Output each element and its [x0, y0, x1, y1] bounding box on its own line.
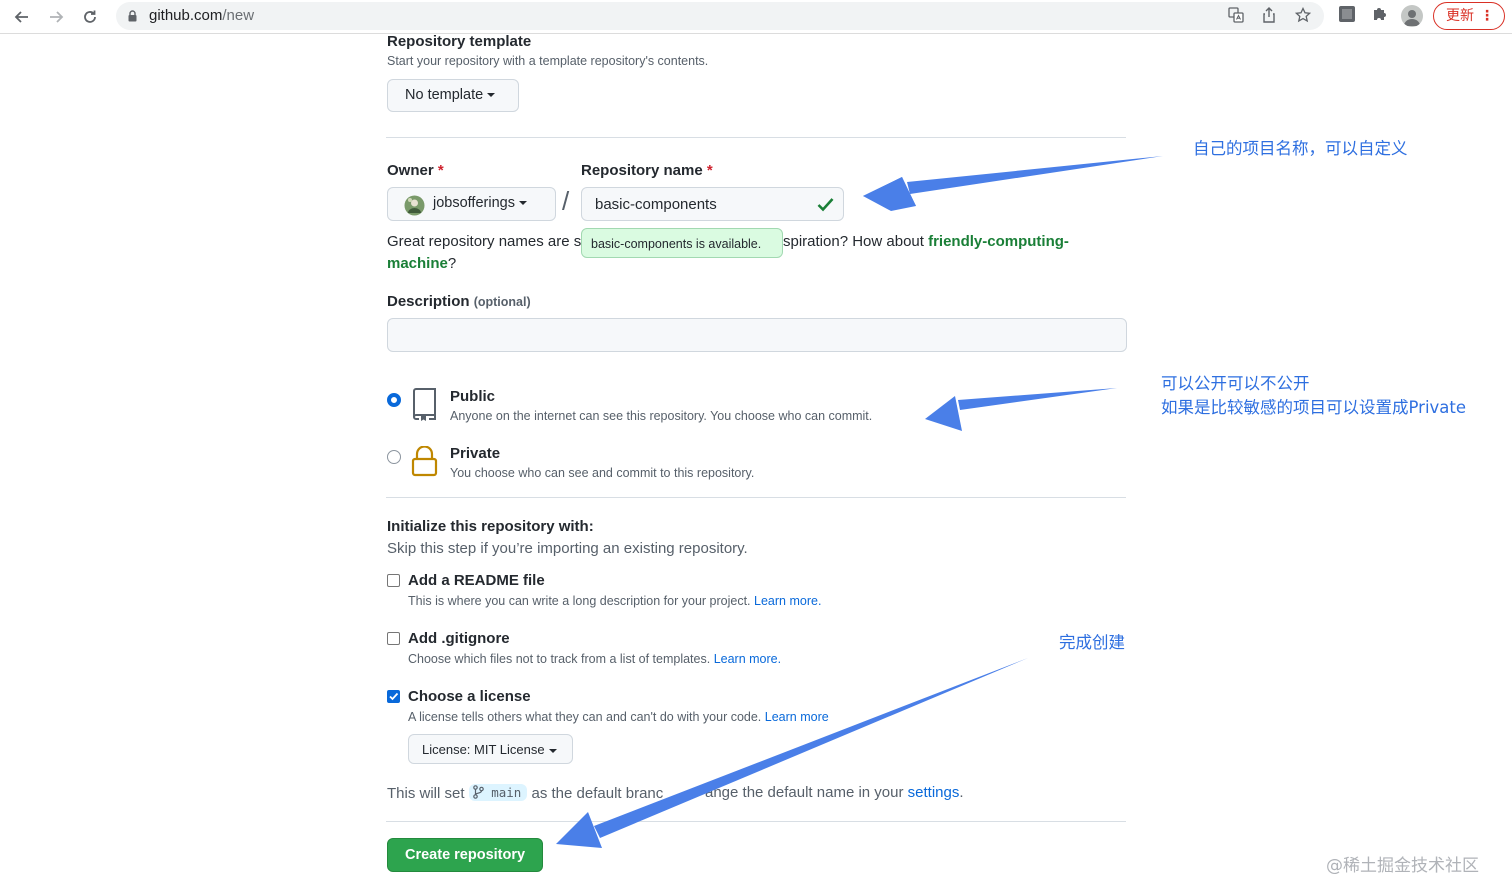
readme-checkbox[interactable]: [387, 574, 400, 587]
suggestion-text-line2: machine?: [387, 255, 457, 272]
default-branch-text-cont: ange the default name in your settings.: [705, 784, 964, 801]
section-divider: [386, 137, 1126, 138]
browser-update-button[interactable]: 更新 ⋮: [1433, 2, 1505, 30]
public-repo-icon: [413, 388, 436, 421]
annotation-arrow-icon: [556, 658, 1028, 848]
owner-dropdown-button[interactable]: jobsofferings: [387, 187, 556, 221]
puzzle-extensions-icon[interactable]: [1369, 5, 1391, 27]
check-icon: [817, 198, 834, 212]
bookmark-star-icon[interactable]: [1294, 6, 1312, 25]
branch-pill: main: [468, 784, 528, 801]
public-description: Anyone on the internet can see this repo…: [450, 409, 873, 423]
owner-repo-separator: /: [562, 186, 570, 216]
caret-down-icon: [548, 748, 557, 753]
annotation-arrow-icon: [925, 388, 1117, 431]
suggested-name-link-cont[interactable]: machine: [387, 255, 448, 272]
public-radio[interactable]: [387, 393, 401, 407]
caret-down-icon: [518, 201, 527, 206]
template-dropdown-button[interactable]: No template: [387, 79, 519, 112]
gitignore-title: Add .gitignore: [408, 630, 510, 647]
license-learn-more-link[interactable]: Learn more: [765, 710, 829, 724]
public-title: Public: [450, 388, 496, 405]
availability-tooltip: basic-components is available.: [581, 228, 783, 258]
annotation-visibility-line2: 如果是比较敏感的项目可以设置成Private: [1161, 398, 1467, 417]
suggested-name-link[interactable]: friendly-computing-: [928, 233, 1069, 250]
section-divider: [386, 821, 1126, 822]
menu-dots-icon: ⋮: [1480, 7, 1494, 23]
private-title: Private: [450, 445, 501, 462]
annotation-visibility-line1: 可以公开可以不公开: [1161, 374, 1310, 393]
git-branch-icon: [472, 785, 484, 799]
suggestion-text: spiration? How about friendly-computing-: [783, 233, 1069, 250]
template-description: Start your repository with a template re…: [387, 54, 709, 68]
description-label: Description (optional): [387, 293, 531, 310]
license-checkbox[interactable]: [387, 690, 400, 703]
repo-name-value: basic-components: [595, 196, 717, 213]
private-lock-icon: [411, 446, 438, 477]
readme-title: Add a README file: [408, 572, 545, 589]
private-radio[interactable]: [387, 450, 401, 464]
owner-label: Owner *: [387, 162, 444, 179]
address-bar[interactable]: github.com/new: [116, 2, 1324, 30]
caret-down-icon: [487, 93, 496, 98]
initialize-subheading: Skip this step if you’re importing an ex…: [387, 540, 748, 557]
translate-icon[interactable]: [1227, 7, 1245, 25]
license-title: Choose a license: [408, 688, 531, 705]
suggestion-prefix: Great repository names are s: [387, 233, 582, 250]
profile-avatar-icon[interactable]: [1401, 5, 1423, 27]
settings-link[interactable]: settings: [908, 784, 960, 801]
license-description: A license tells others what they can and…: [408, 710, 829, 724]
default-branch-text: This will set main as the default branc: [387, 784, 664, 802]
template-heading: Repository template: [387, 33, 532, 50]
annotation-create: 完成创建: [1059, 633, 1125, 652]
readme-description: This is where you can write a long descr…: [408, 594, 822, 608]
gitignore-description: Choose which files not to track from a l…: [408, 652, 782, 666]
annotation-repo-name: 自己的项目名称，可以自定义: [1193, 139, 1408, 158]
section-divider: [386, 497, 1126, 498]
reload-icon[interactable]: [77, 4, 103, 30]
annotation-arrow-icon: [863, 156, 1163, 211]
back-arrow-icon[interactable]: [9, 4, 35, 30]
description-input[interactable]: [387, 318, 1127, 352]
private-description: You choose who can see and commit to thi…: [450, 466, 755, 480]
browser-toolbar: github.com/new 更新 ⋮: [0, 0, 1512, 34]
create-repository-button[interactable]: Create repository: [387, 838, 543, 872]
repo-name-label: Repository name *: [581, 162, 713, 179]
license-dropdown-button[interactable]: License: MIT License: [408, 734, 573, 764]
checkmark-icon: [389, 692, 399, 701]
url-text: github.com/new: [149, 7, 255, 24]
initialize-heading: Initialize this repository with:: [387, 518, 594, 535]
watermark: @稀土掘金技术社区: [1326, 856, 1479, 876]
repo-name-input[interactable]: basic-components: [581, 187, 844, 221]
gitignore-learn-more-link[interactable]: Learn more.: [714, 652, 781, 666]
owner-avatar-icon: [404, 195, 425, 216]
extension-app-icon[interactable]: [1336, 5, 1358, 27]
lock-icon: [128, 10, 137, 22]
forward-arrow-icon[interactable]: [43, 4, 69, 30]
gitignore-checkbox[interactable]: [387, 632, 400, 645]
readme-learn-more-link[interactable]: Learn more.: [754, 594, 821, 608]
share-icon[interactable]: [1260, 7, 1278, 25]
